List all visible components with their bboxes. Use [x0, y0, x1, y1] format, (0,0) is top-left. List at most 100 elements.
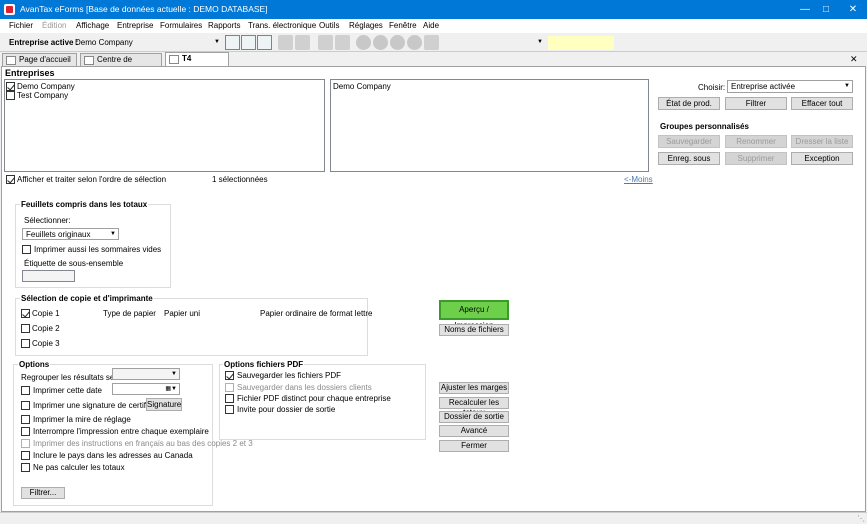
calendar-icon[interactable]: ▦▼: [165, 384, 177, 395]
print-preview-icon[interactable]: [295, 35, 310, 50]
summary-icon: [169, 55, 179, 64]
close-button[interactable]: ✕: [833, 0, 867, 19]
menu-formulaires[interactable]: Formulaires: [160, 21, 202, 30]
list-item: Demo Company: [333, 82, 391, 91]
order-checkbox[interactable]: [6, 175, 15, 184]
menu-fichier[interactable]: Fichier: [9, 21, 33, 30]
order-label: Afficher et traiter selon l'ordre de sél…: [17, 175, 167, 184]
date-picker[interactable]: ▦▼: [112, 383, 180, 395]
edit-document-icon[interactable]: [257, 35, 272, 50]
selected-count: 1 sélectionnées: [212, 175, 268, 184]
print-empty-checkbox[interactable]: [22, 245, 31, 254]
pays-checkbox[interactable]: [21, 451, 30, 460]
dossier-sortie-button[interactable]: Dossier de sortie: [439, 411, 509, 423]
save-clients-label: Sauvegarder dans les dossiers clients: [237, 383, 372, 392]
unlock-icon[interactable]: [335, 35, 350, 50]
mire-checkbox[interactable]: [21, 415, 30, 424]
groups-heading: Groupes personnalisés: [660, 122, 749, 131]
distinct-pdf-checkbox[interactable]: [225, 394, 234, 403]
lock-icon[interactable]: [318, 35, 333, 50]
save-clients-checkbox[interactable]: [225, 383, 234, 392]
less-link[interactable]: <-Moins: [624, 175, 653, 184]
renommer-button[interactable]: Renommer: [725, 135, 787, 148]
company-checkbox-demo[interactable]: [6, 82, 15, 91]
fermer-button[interactable]: Fermer: [439, 440, 509, 452]
filtrer-options-button[interactable]: Filtrer...: [21, 487, 65, 499]
exception-button[interactable]: Exception: [791, 152, 853, 165]
no-totals-label: Ne pas calculer les totaux: [33, 463, 125, 472]
menu-outils[interactable]: Outils: [319, 21, 339, 30]
interrompre-label: Interrompre l'impression entre chaque ex…: [33, 427, 209, 436]
selected-company-list[interactable]: [330, 79, 649, 172]
save-pdf-checkbox[interactable]: [225, 371, 234, 380]
tab-t4-summaries[interactable]: T4 Summaries: [165, 52, 229, 75]
resize-grip-icon[interactable]: ⋱: [857, 514, 865, 523]
copie1-label: Copie 1: [32, 309, 60, 318]
first-record-icon[interactable]: [356, 35, 371, 50]
title-bar: AvanTax eForms [Base de données actuelle…: [0, 0, 867, 19]
copie1-checkbox[interactable]: [21, 309, 30, 318]
next-record-icon[interactable]: [390, 35, 405, 50]
copie2-label: Copie 2: [32, 324, 60, 333]
avance-button[interactable]: Avancé: [439, 425, 509, 437]
document-list-icon[interactable]: [225, 35, 240, 50]
previous-record-icon[interactable]: [373, 35, 388, 50]
tab-centre-rapports[interactable]: Centre de rapports: [80, 53, 162, 76]
group-results-label: Regrouper les résultats selon: [21, 373, 126, 382]
copie2-checkbox[interactable]: [21, 324, 30, 333]
menu-edition[interactable]: Édition: [42, 21, 66, 30]
print-date-checkbox[interactable]: [21, 386, 30, 395]
enreg-sous-button[interactable]: Enreg. sous: [658, 152, 720, 165]
record-select[interactable]: ▼: [440, 37, 545, 49]
dresser-liste-button[interactable]: Dresser la liste: [791, 135, 853, 148]
filtrer-button[interactable]: Filtrer: [725, 97, 787, 110]
sauvegarder-group-button[interactable]: Sauvegarder: [658, 135, 720, 148]
menu-entreprise[interactable]: Entreprise: [117, 21, 153, 30]
french-checkbox[interactable]: [21, 439, 30, 448]
search-icon[interactable]: [424, 35, 439, 50]
menu-trans-electronique[interactable]: Trans. électronique: [248, 21, 316, 30]
menu-reglages[interactable]: Réglages: [349, 21, 383, 30]
etat-prod-button[interactable]: État de prod.: [658, 97, 720, 110]
select-label: Sélectionner:: [24, 216, 71, 225]
invite-checkbox[interactable]: [225, 405, 234, 414]
group-results-select[interactable]: ▼: [112, 368, 180, 380]
close-tab-icon[interactable]: ✕: [850, 54, 858, 65]
copie3-checkbox[interactable]: [21, 339, 30, 348]
recalculer-totaux-button[interactable]: Recalculer les totaux: [439, 397, 509, 417]
list-item: Demo Company: [17, 82, 75, 91]
menu-aide[interactable]: Aide: [423, 21, 439, 30]
menu-rapports[interactable]: Rapports: [208, 21, 240, 30]
new-document-icon[interactable]: [241, 35, 256, 50]
signature-checkbox[interactable]: [21, 401, 30, 410]
active-company-select[interactable]: Demo Company ▼: [72, 37, 222, 49]
menu-fenetre[interactable]: Fenêtre: [389, 21, 417, 30]
copies-heading: Sélection de copie et d'imprimante: [20, 294, 154, 303]
subset-input[interactable]: [22, 270, 75, 282]
tab-page-accueil[interactable]: Page d'accueil: [2, 53, 77, 66]
supprimer-button[interactable]: Supprimer: [725, 152, 787, 165]
apercu-impression-button[interactable]: Aperçu / Impression: [439, 300, 509, 330]
interrompre-checkbox[interactable]: [21, 427, 30, 436]
status-field: [548, 36, 614, 50]
ajuster-marges-button[interactable]: Ajuster les marges: [439, 382, 509, 394]
feuillets-value: Feuillets originaux: [26, 230, 91, 239]
entreprises-heading: Entreprises: [5, 68, 55, 78]
app-icon: [4, 4, 15, 15]
options-heading: Options: [18, 360, 51, 369]
no-totals-checkbox[interactable]: [21, 463, 30, 472]
signature-button[interactable]: Signature: [146, 398, 182, 411]
paper-format: Papier ordinaire de format lettre: [260, 309, 373, 318]
print-icon[interactable]: [278, 35, 293, 50]
pays-label: Inclure le pays dans les adresses au Can…: [33, 451, 193, 460]
company-checkbox-test[interactable]: [6, 91, 15, 100]
subset-label: Étiquette de sous-ensemble: [24, 259, 124, 268]
noms-fichiers-button[interactable]: Noms de fichiers: [439, 324, 509, 336]
effacer-tout-button[interactable]: Effacer tout: [791, 97, 853, 110]
last-record-icon[interactable]: [407, 35, 422, 50]
menu-affichage[interactable]: Affichage: [76, 21, 109, 30]
feuillets-select[interactable]: Feuillets originaux ▼: [22, 228, 119, 240]
active-company-label: Entreprise active :: [9, 38, 79, 47]
choose-select[interactable]: Entreprise activée ▼: [727, 80, 853, 93]
distinct-pdf-label: Fichier PDF distinct pour chaque entrepr…: [237, 394, 391, 403]
